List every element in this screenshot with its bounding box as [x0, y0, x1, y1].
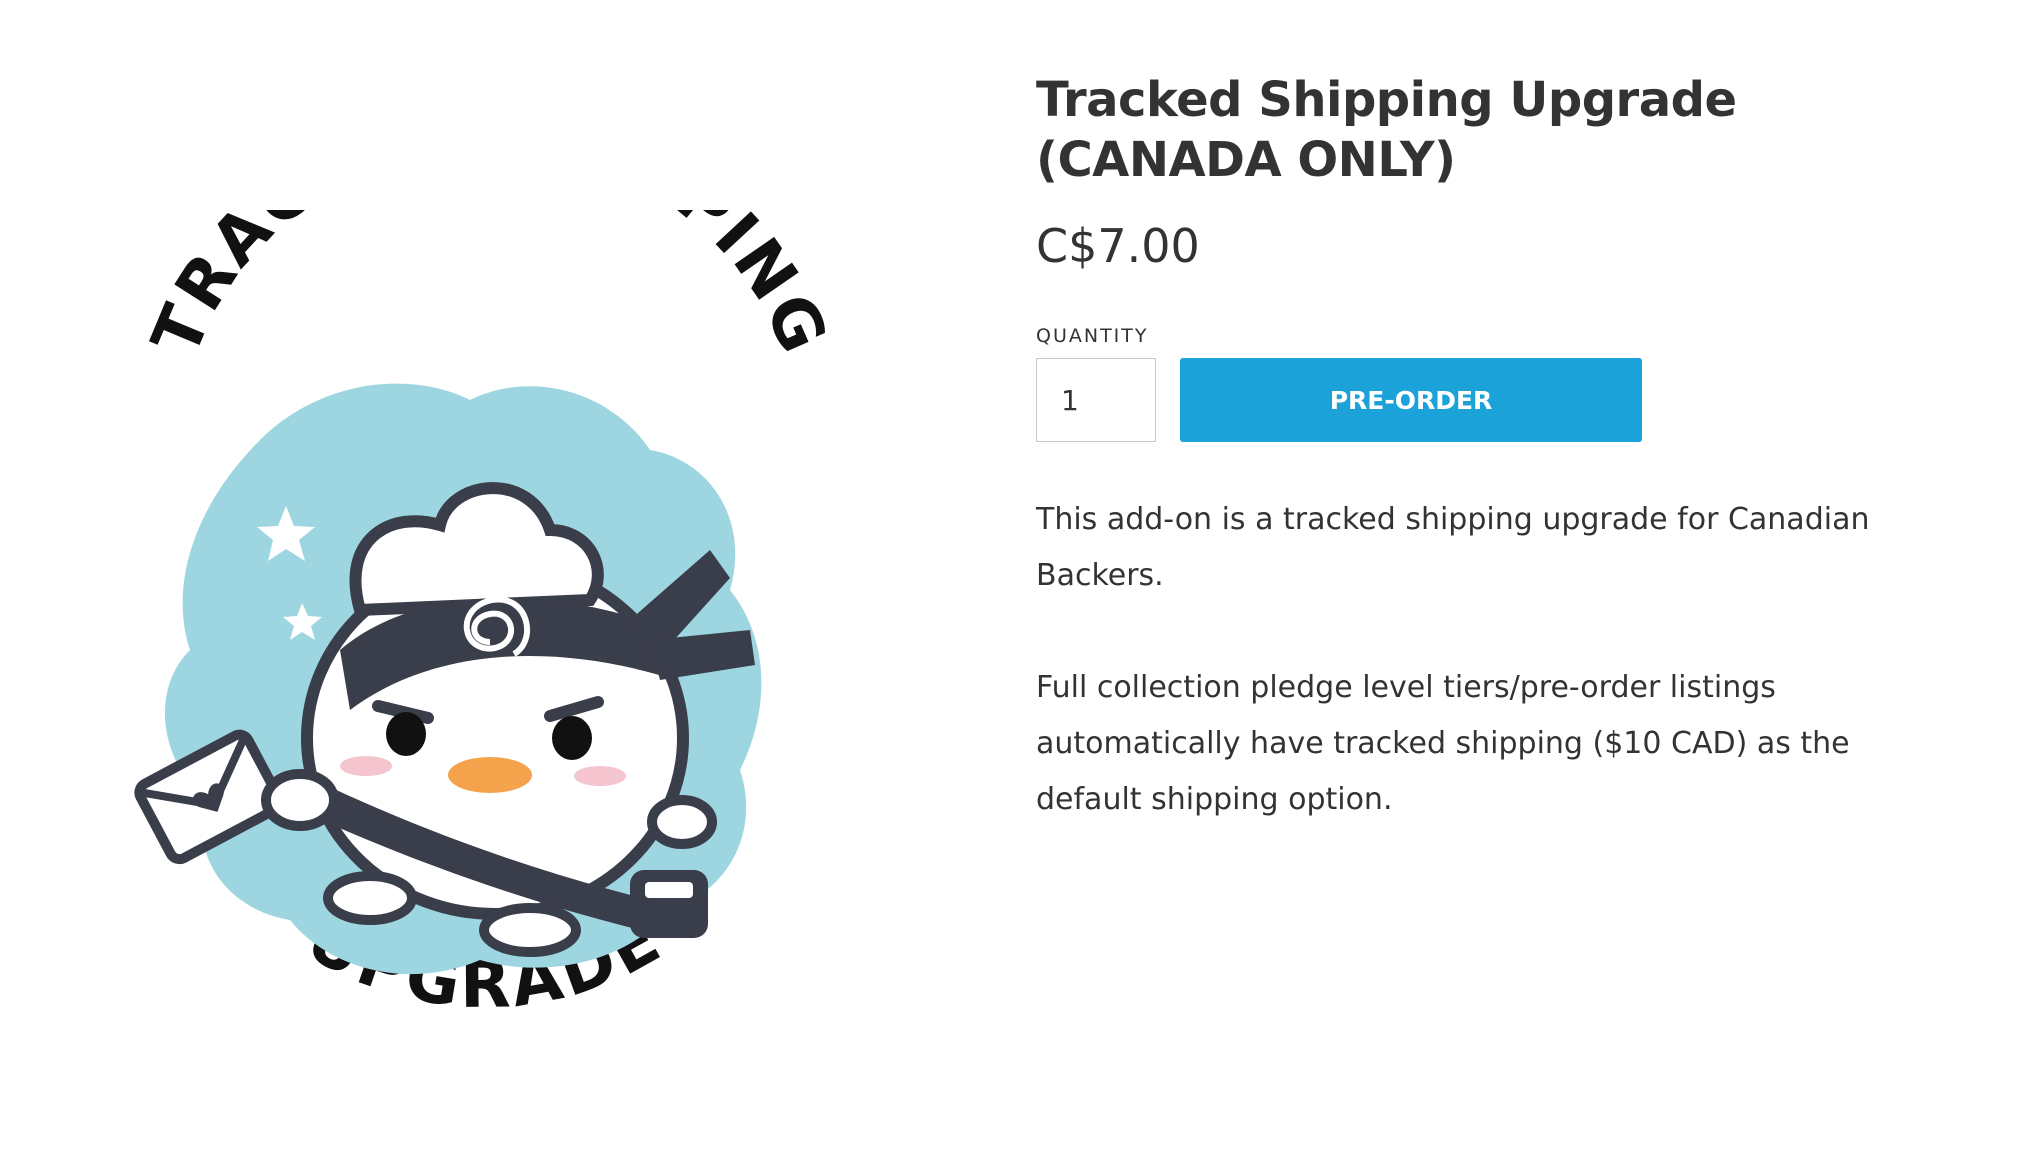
product-title: Tracked Shipping Upgrade (CANADA ONLY) — [1036, 72, 1737, 188]
beak — [448, 757, 532, 793]
eye — [386, 712, 426, 756]
bag-flap — [645, 882, 693, 898]
messenger-bag — [630, 870, 708, 938]
bird-wing — [647, 795, 717, 849]
product-details: Tracked Shipping Upgrade (CANADA ONLY) C… — [1036, 70, 1936, 828]
blush — [574, 766, 626, 786]
product-page: TRACKED SHIPPING UPGRADE — [0, 0, 2030, 1174]
product-description: This add-on is a tracked shipping upgrad… — [1036, 492, 1936, 828]
description-paragraph: This add-on is a tracked shipping upgrad… — [1036, 502, 1870, 593]
purchase-row: PRE-ORDER — [1036, 358, 1936, 442]
quantity-label: QUANTITY — [1036, 325, 1149, 347]
blush — [340, 756, 392, 776]
bird-wing — [261, 769, 339, 831]
quantity-input[interactable] — [1036, 358, 1156, 442]
svg-text:TRACKED SHIPPING: TRACKED SHIPPING — [137, 210, 843, 366]
description-paragraph: Full collection pledge level tiers/pre-o… — [1036, 670, 1850, 817]
logo-text-top: TRACKED SHIPPING — [137, 210, 840, 366]
preorder-button[interactable]: PRE-ORDER — [1180, 358, 1642, 442]
bird-foot — [479, 903, 581, 957]
product-price: C$7.00 — [1036, 219, 1200, 273]
tracked-shipping-logo-image: TRACKED SHIPPING UPGRADE — [134, 210, 843, 1023]
eye — [552, 716, 592, 760]
bird-foot — [323, 871, 417, 925]
product-image[interactable]: TRACKED SHIPPING UPGRADE — [110, 210, 870, 1090]
